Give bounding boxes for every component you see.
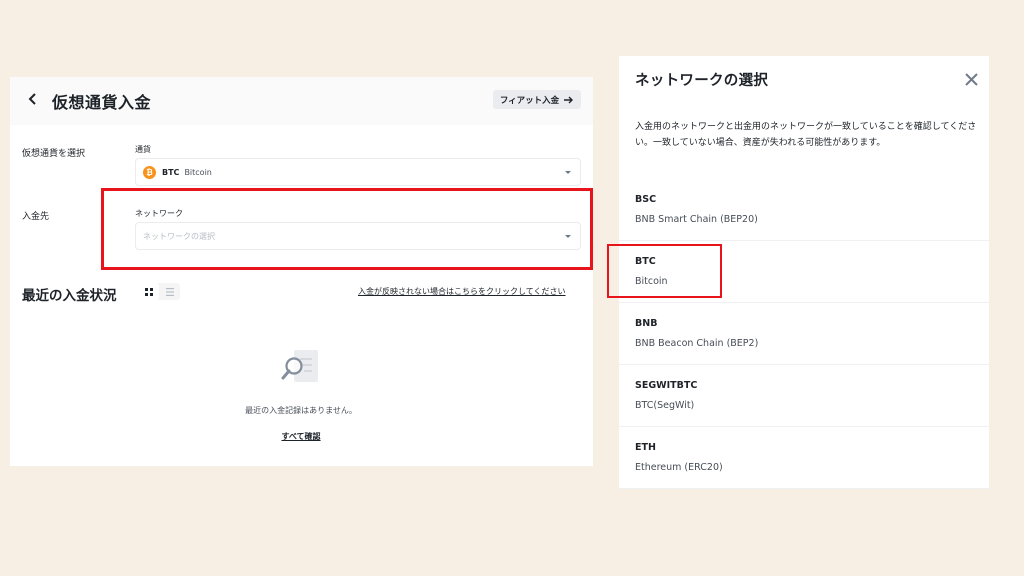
close-icon[interactable] xyxy=(965,73,978,86)
network-option-bnb[interactable]: BNB BNB Beacon Chain (BEP2) xyxy=(619,303,989,365)
list-icon xyxy=(165,287,174,296)
empty-state-message: 最近の入金記録はありません。 xyxy=(245,406,357,415)
fiat-deposit-label: フィアット入金 xyxy=(499,95,560,106)
fiat-deposit-button[interactable]: フィアット入金 xyxy=(493,90,581,109)
view-all-link[interactable]: すべて確認 xyxy=(262,431,340,442)
network-name: BNB Beacon Chain (BEP2) xyxy=(635,338,759,349)
view-toggle xyxy=(138,283,180,300)
network-option-eth[interactable]: ETH Ethereum (ERC20) xyxy=(619,427,989,489)
recent-deposits-title: 最近の入金状況 xyxy=(22,288,117,304)
network-option-segwitbtc[interactable]: SEGWITBTC BTC(SegWit) xyxy=(619,365,989,427)
currency-select[interactable]: ₿ BTC Bitcoin xyxy=(135,158,581,186)
page-title: 仮想通貨入金 xyxy=(52,93,152,112)
coin-ticker: BTC xyxy=(162,167,180,177)
network-option-bsc[interactable]: BSC BNB Smart Chain (BEP20) xyxy=(619,179,989,241)
coin-name: Bitcoin xyxy=(184,167,212,177)
network-code: ETH xyxy=(635,442,656,453)
network-name: Ethereum (ERC20) xyxy=(635,462,723,473)
btc-highlight-frame xyxy=(607,244,722,298)
chevron-down-icon xyxy=(565,171,571,174)
network-name: BTC(SegWit) xyxy=(635,400,695,411)
step-deposit-to-label: 入金先 xyxy=(22,212,50,222)
deposit-issue-link[interactable]: 入金が反映されない場合はこちらをクリックしてください xyxy=(358,286,566,297)
bitcoin-icon: ₿ xyxy=(143,165,156,179)
arrow-right-icon xyxy=(564,96,574,103)
network-highlight-frame xyxy=(101,188,593,270)
deposit-header: 仮想通貨入金 フィアット入金 xyxy=(10,77,593,125)
network-code: BSC xyxy=(635,194,657,205)
network-code: SEGWITBTC xyxy=(635,380,698,391)
network-name: BNB Smart Chain (BEP20) xyxy=(635,214,758,225)
list-view-button[interactable] xyxy=(159,283,180,300)
network-code: BNB xyxy=(635,318,658,329)
grid-view-button[interactable] xyxy=(138,283,159,300)
search-document-icon xyxy=(281,350,318,382)
step-select-crypto-label: 仮想通貨を選択 xyxy=(22,149,86,159)
network-warning-notice: 入金用のネットワークと出金用のネットワークが一致していることを確認してください。… xyxy=(635,122,977,148)
grid-icon xyxy=(144,287,153,296)
modal-title: ネットワークの選択 xyxy=(635,73,769,89)
currency-label: 通貨 xyxy=(135,145,151,154)
back-arrow-icon[interactable] xyxy=(24,90,40,108)
